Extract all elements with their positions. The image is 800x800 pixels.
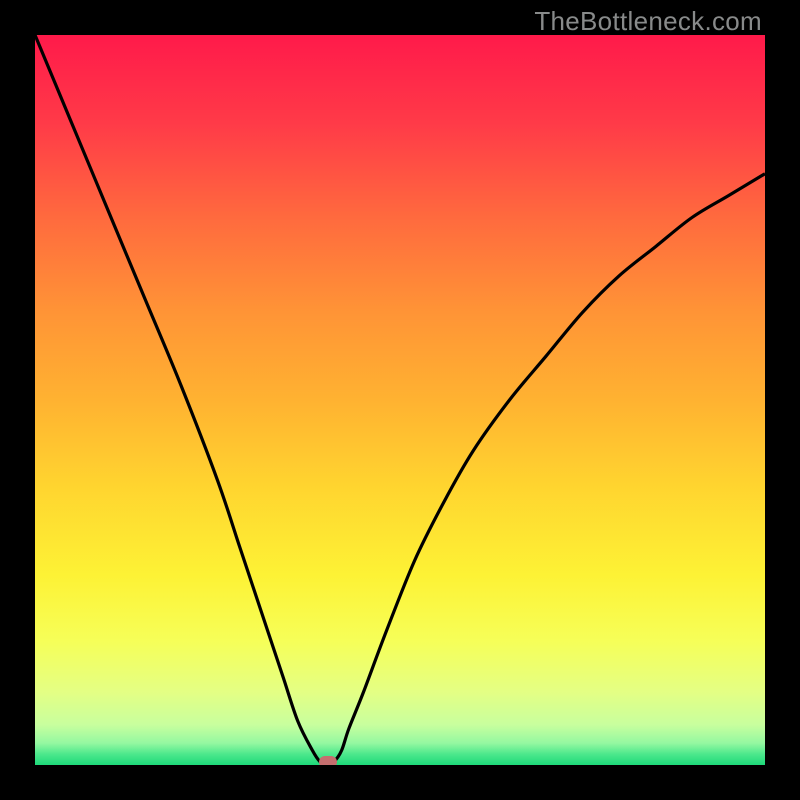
optimal-marker <box>319 756 337 765</box>
bottleneck-curve <box>35 35 765 765</box>
curve-layer <box>35 35 765 765</box>
plot-area <box>35 35 765 765</box>
watermark-label: TheBottleneck.com <box>534 6 762 37</box>
chart-frame: TheBottleneck.com <box>0 0 800 800</box>
